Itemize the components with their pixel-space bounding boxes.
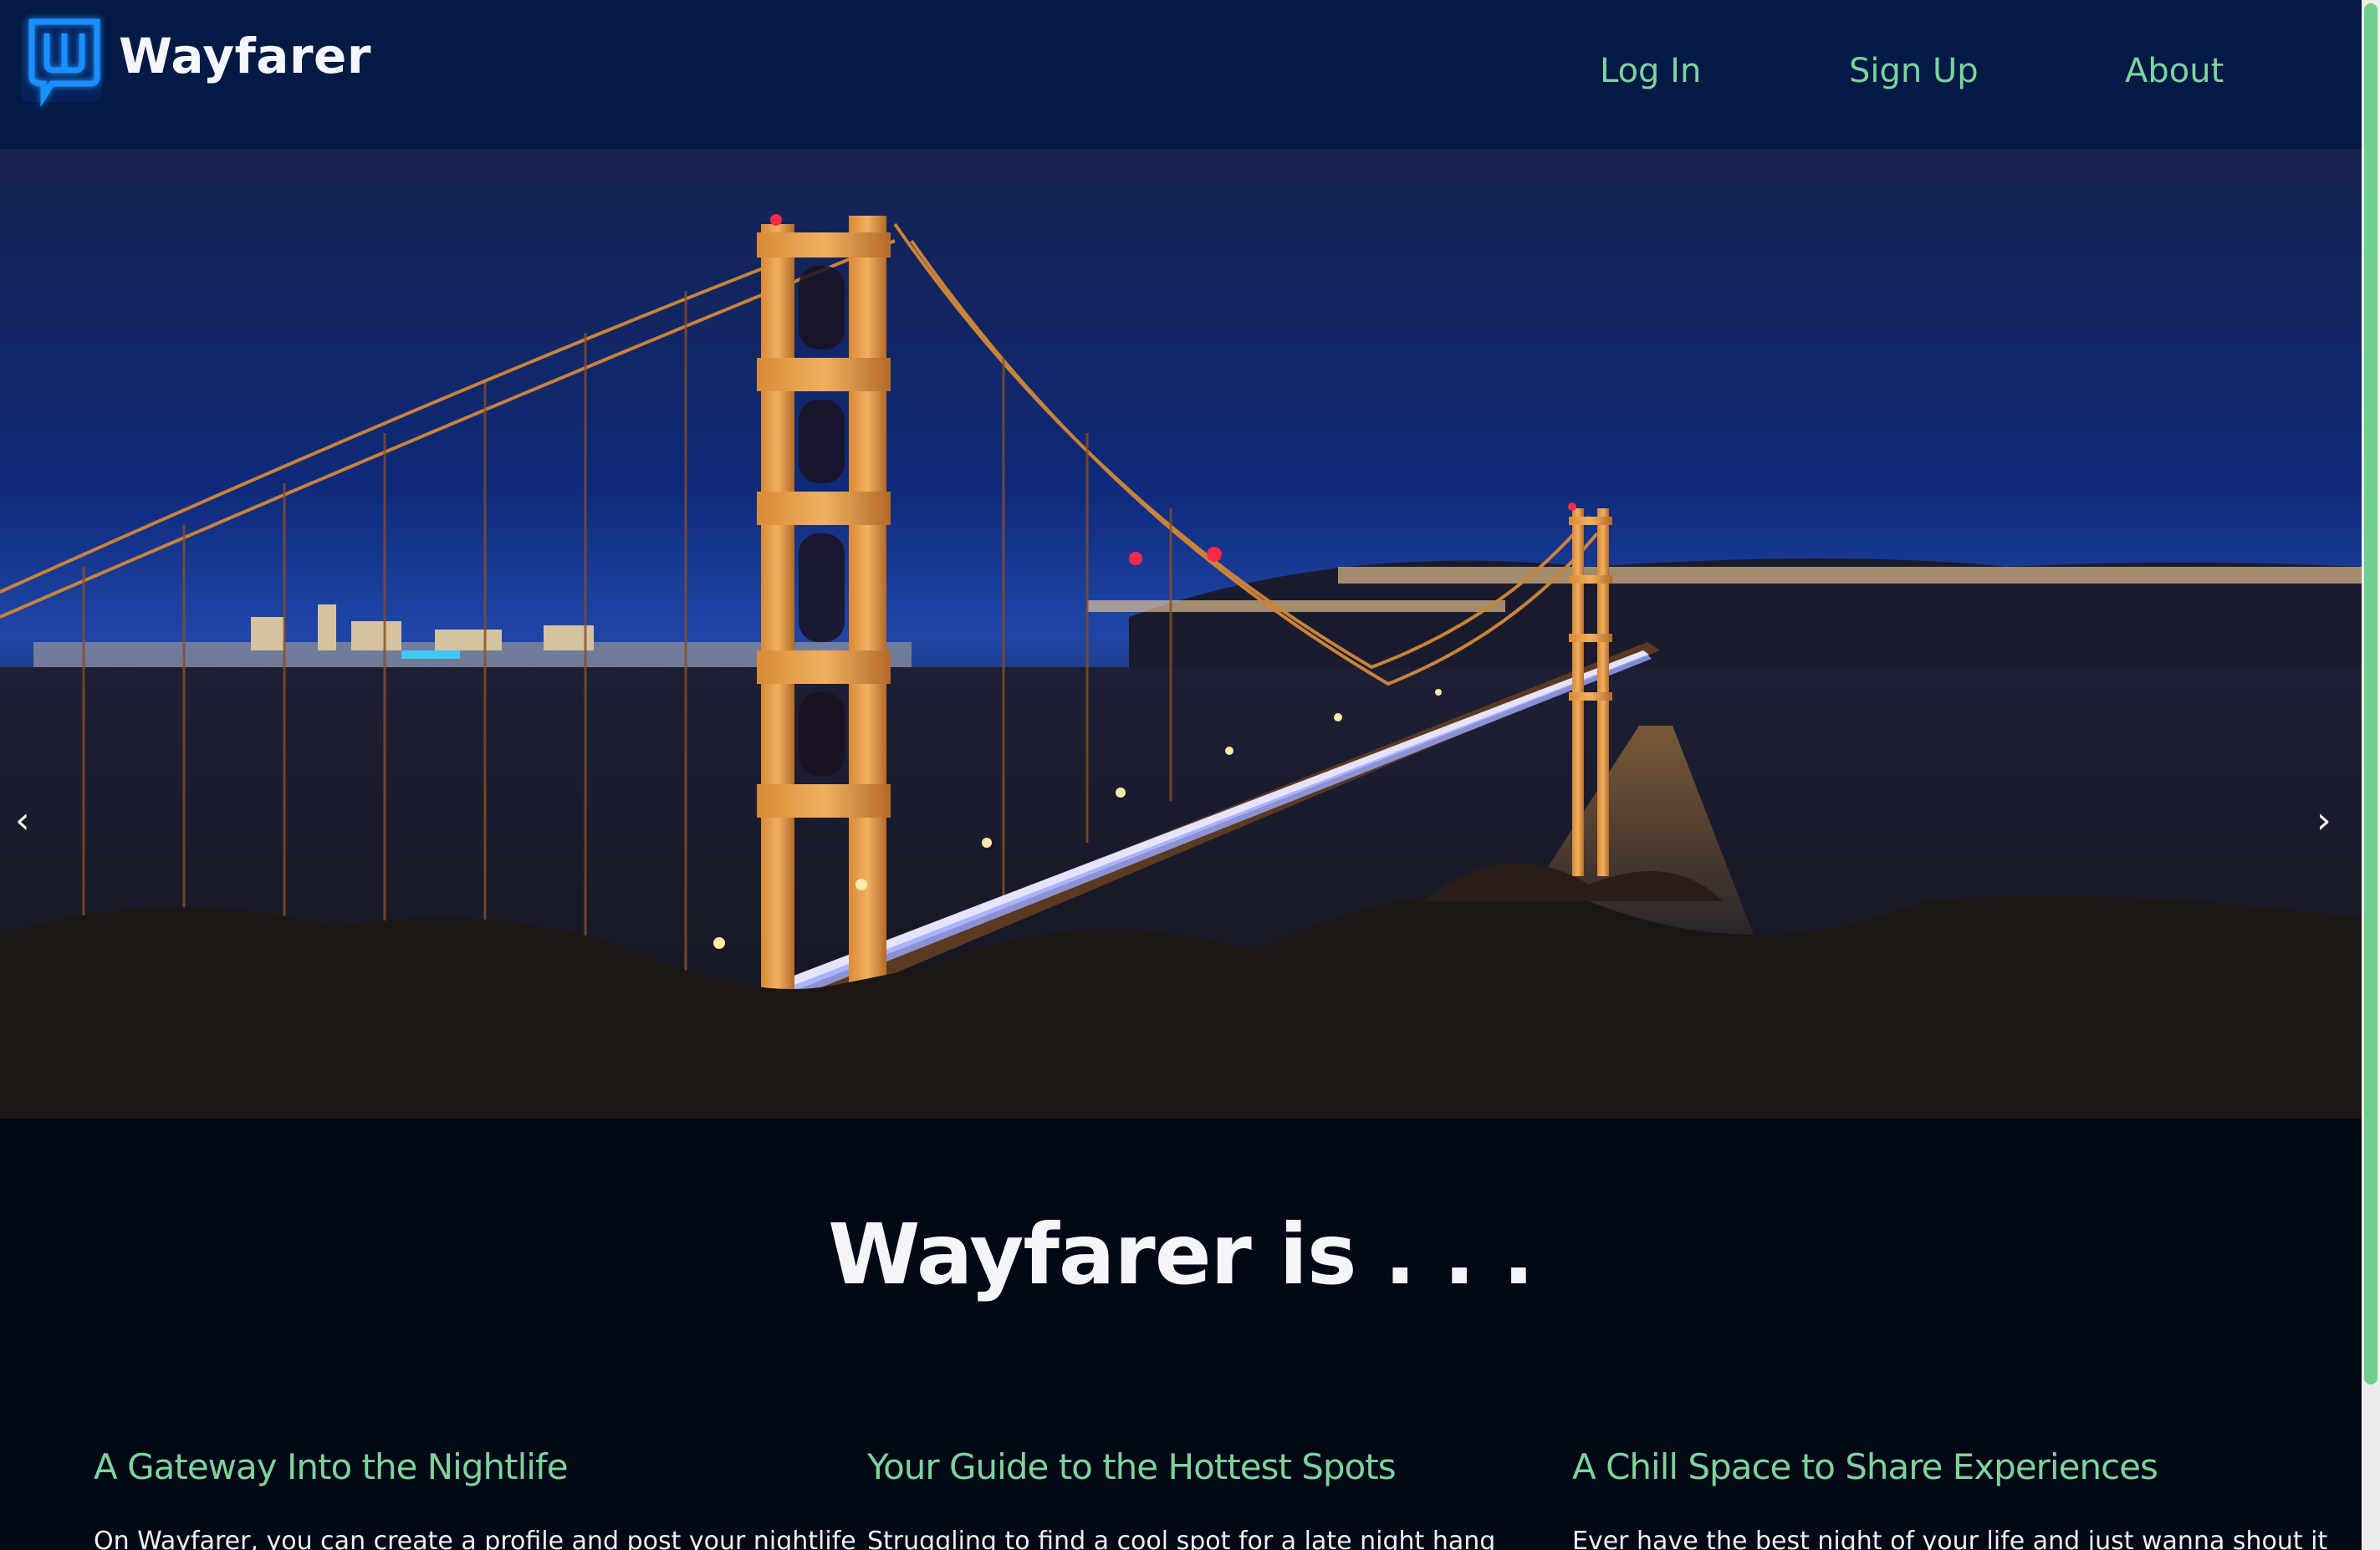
top-navbar: Wayfarer Log In Sign Up About xyxy=(0,0,2362,149)
feature-title-guide: Your Guide to the Hottest Spots xyxy=(867,1446,1397,1487)
brand-name[interactable]: Wayfarer xyxy=(119,28,371,84)
nav-signup-link[interactable]: Sign Up xyxy=(1849,52,1979,90)
feature-text-gateway: On Wayfarer, you can create a profile an… xyxy=(94,1527,856,1550)
page-scrollbar[interactable] xyxy=(2362,0,2380,1550)
section-title: Wayfarer is . . . xyxy=(828,1206,1535,1303)
carousel-next-arrow[interactable]: › xyxy=(2316,803,2331,839)
feature-text-guide: Struggling to find a cool spot for a lat… xyxy=(867,1527,1496,1550)
about-section: Wayfarer is . . . A Gateway Into the Nig… xyxy=(0,1119,2362,1550)
scrollbar-thumb[interactable] xyxy=(2364,3,2377,1384)
feature-title-share: A Chill Space to Share Experiences xyxy=(1572,1446,2158,1487)
feature-title-gateway: A Gateway Into the Nightlife xyxy=(94,1446,569,1487)
hero-carousel: ‹ › xyxy=(0,149,2362,1119)
golden-gate-bridge-image xyxy=(0,149,2362,1119)
feature-text-share: Ever have the best night of your life an… xyxy=(1572,1527,2328,1550)
wayfarer-logo-icon[interactable] xyxy=(18,13,107,110)
nav-login-link[interactable]: Log In xyxy=(1600,52,1701,90)
nav-about-link[interactable]: About xyxy=(2125,52,2224,90)
carousel-prev-arrow[interactable]: ‹ xyxy=(15,803,30,839)
